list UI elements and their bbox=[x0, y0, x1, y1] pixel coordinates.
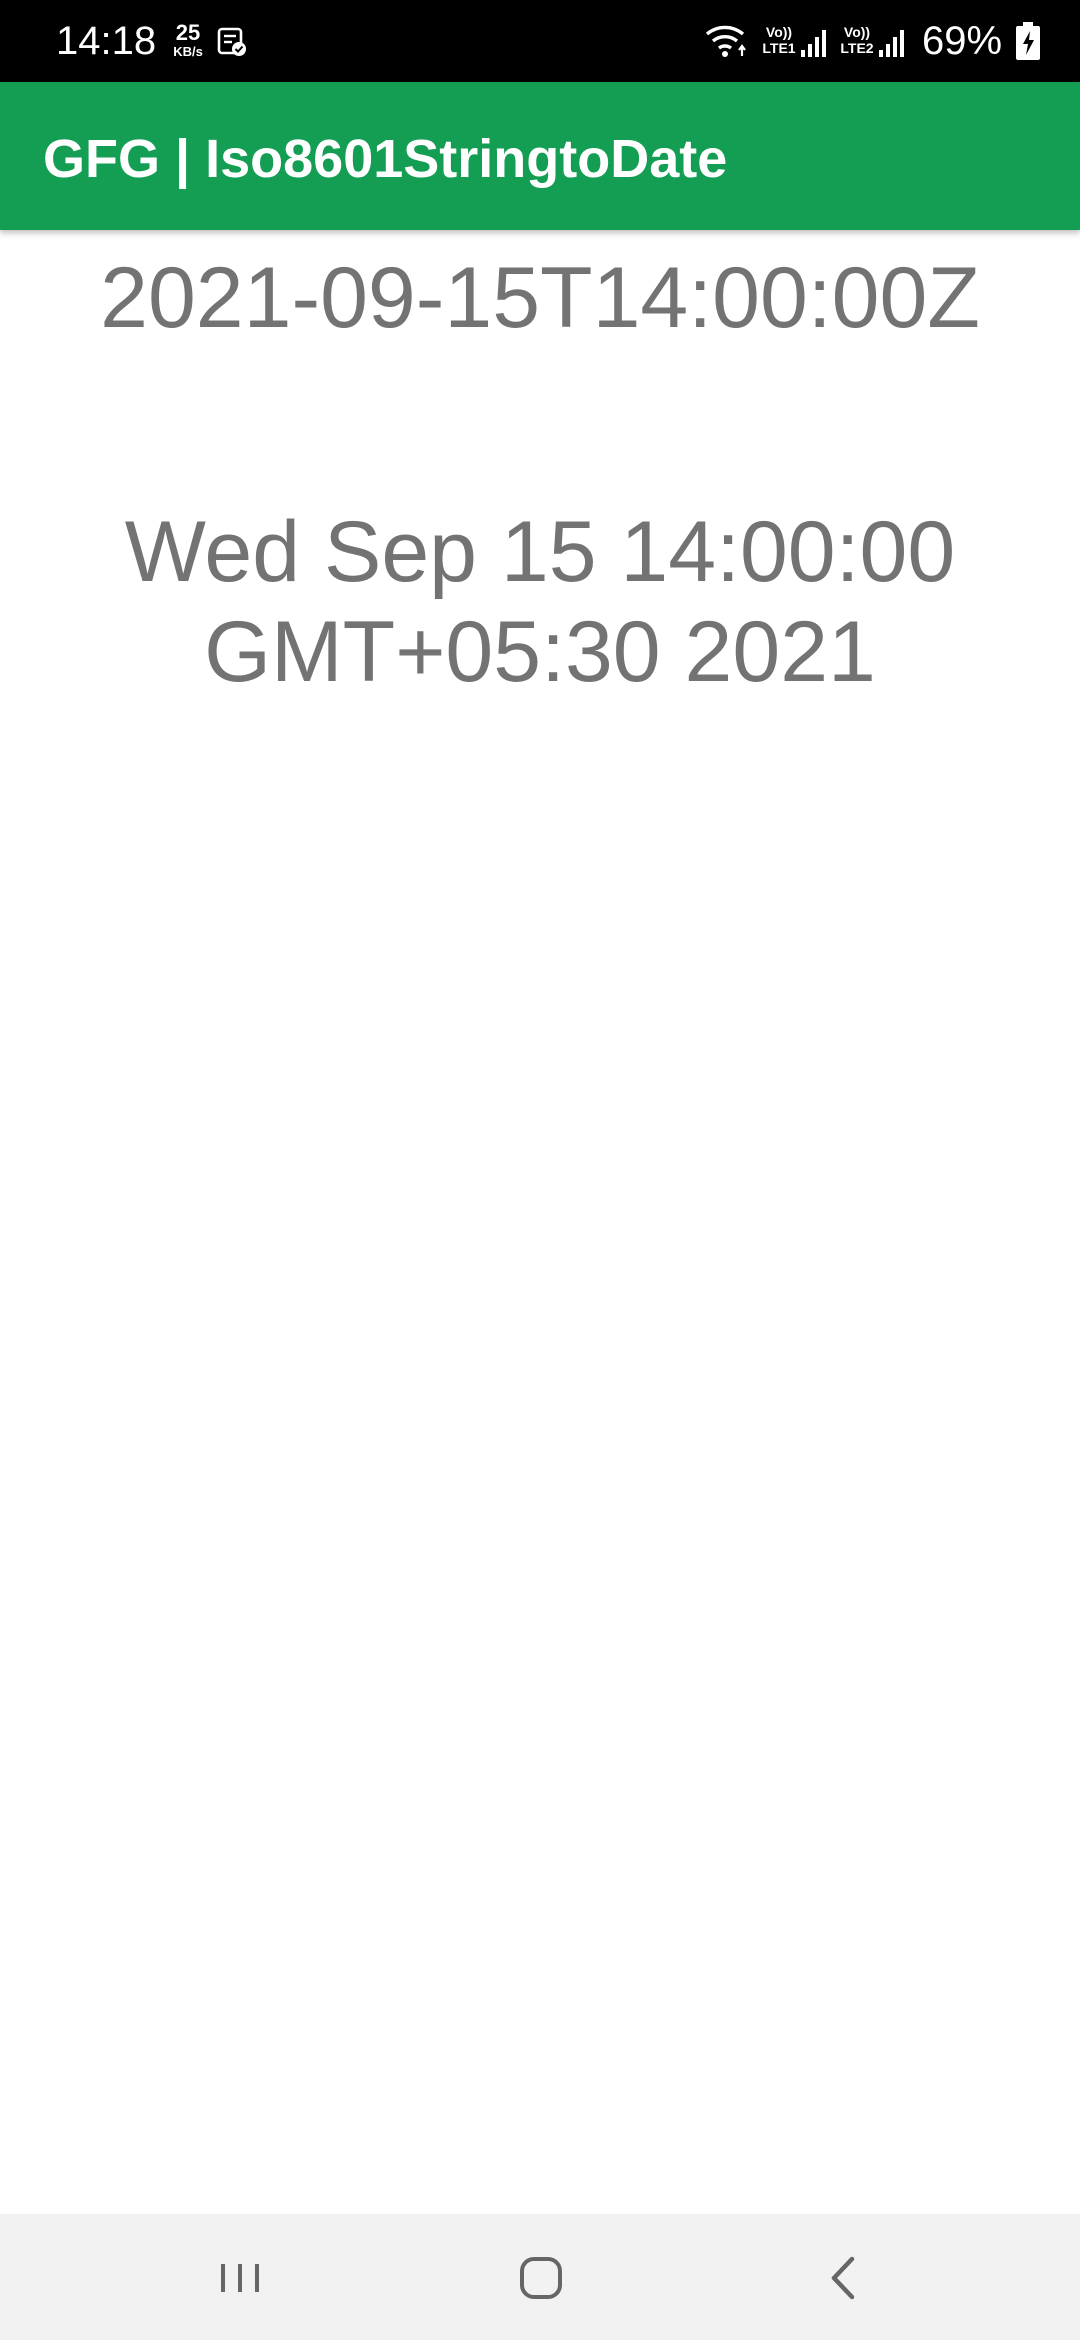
lte2-label: Vo)) LTE2 bbox=[834, 24, 880, 56]
status-icons-group: Vo)) LTE1 Vo)) LTE2 69% bbox=[680, 0, 1080, 82]
home-icon[interactable] bbox=[511, 2250, 571, 2306]
parsed-date-text: Wed Sep 15 14:00:00 GMT+05:30 2021 bbox=[124, 504, 956, 700]
app-title: GFG | Iso8601StringtoDate bbox=[43, 129, 728, 189]
signal-strength-icon bbox=[801, 30, 826, 57]
network-speed-indicator: 25 KB/s bbox=[168, 22, 208, 64]
wifi-icon bbox=[705, 25, 746, 57]
iso-string-text: 2021-09-15T14:00:00Z bbox=[100, 250, 980, 346]
lte1-label: Vo)) LTE1 bbox=[756, 24, 802, 56]
status-time: 14:18 bbox=[56, 19, 157, 63]
battery-percentage: 69% bbox=[922, 19, 1003, 63]
recents-icon[interactable] bbox=[210, 2250, 270, 2306]
volte1-label: Vo)) bbox=[765, 24, 793, 40]
lte1-text: LTE1 bbox=[762, 40, 796, 56]
notification-icon bbox=[217, 27, 246, 56]
back-icon[interactable] bbox=[814, 2250, 874, 2306]
volte2-label: Vo)) bbox=[843, 24, 871, 40]
status-bar: 14:18 25 KB/s Vo)) LTE1 Vo)) LTE2 69% bbox=[0, 0, 1080, 82]
navigation-bar bbox=[0, 2214, 1080, 2340]
signal-strength-icon bbox=[879, 30, 904, 57]
network-speed-value: 25 bbox=[175, 20, 201, 45]
network-speed-unit: KB/s bbox=[173, 44, 203, 59]
app-bar: GFG | Iso8601StringtoDate bbox=[0, 82, 1080, 230]
lte2-text: LTE2 bbox=[840, 40, 874, 56]
battery-charging-icon bbox=[1016, 22, 1040, 60]
